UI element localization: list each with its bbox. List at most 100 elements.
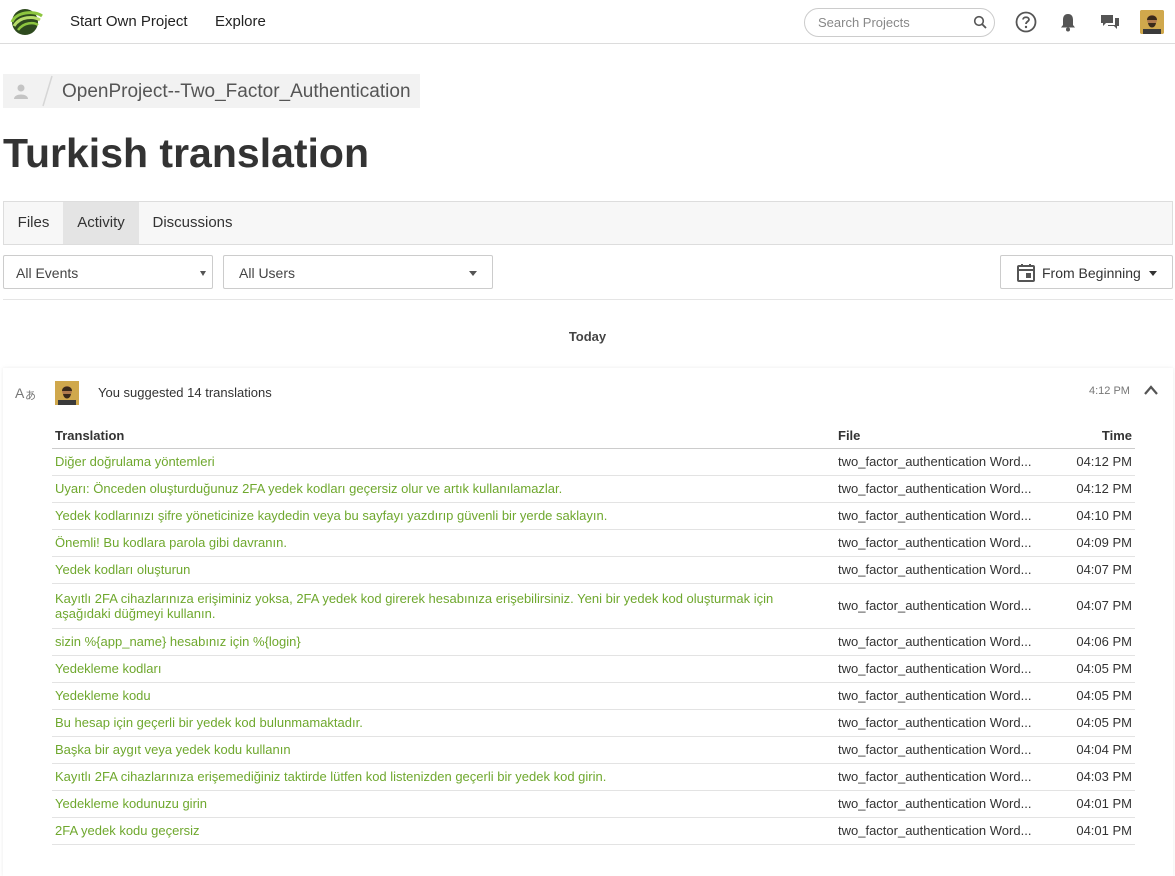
column-header-time: Time (1045, 424, 1135, 449)
users-filter-value: All Users (239, 265, 296, 281)
time-cell: 04:03 PM (1045, 763, 1135, 791)
file-cell: two_factor_authentication Word... (835, 556, 1045, 584)
translation-link[interactable]: Kayıtlı 2FA cihazlarınıza erişiminiz yok… (55, 591, 773, 621)
translation-link[interactable]: Yedekleme kodu (55, 688, 151, 703)
translation-cell: Uyarı: Önceden oluşturduğunuz 2FA yedek … (52, 475, 835, 503)
table-row: sizin %{app_name} hesabınız için %{login… (52, 628, 1135, 656)
translation-cell: Başka bir aygıt veya yedek kodu kullanın (52, 736, 835, 764)
translation-link[interactable]: Kayıtlı 2FA cihazlarınıza erişemediğiniz… (55, 769, 606, 784)
translation-cell: Yedekleme kodları (52, 655, 835, 683)
translation-link[interactable]: Önemli! Bu kodlara parola gibi davranın. (55, 535, 287, 550)
breadcrumb-separator (42, 75, 53, 107)
translation-link[interactable]: Yedekleme kodunuzu girin (55, 796, 207, 811)
time-cell: 04:07 PM (1045, 583, 1135, 629)
tab-activity[interactable]: Activity (63, 202, 139, 244)
user-icon (14, 84, 28, 99)
translation-link[interactable]: Bu hesap için geçerli bir yedek kod bulu… (55, 715, 363, 730)
table-row: Yedekleme kodu two_factor_authentication … (52, 682, 1135, 710)
translation-link[interactable]: 2FA yedek kodu geçersiz (55, 823, 200, 838)
translation-link[interactable]: Diğer doğrulama yöntemleri (55, 454, 215, 469)
events-filter-value: All Events (16, 265, 79, 281)
breadcrumb: OpenProject--Two_Factor_Authentication (3, 74, 420, 108)
notifications-bell-icon[interactable] (1057, 11, 1079, 33)
translation-link[interactable]: Yedek kodlarınızı şifre yöneticinize kay… (55, 508, 607, 523)
events-filter-select[interactable]: All Events (3, 255, 213, 289)
translations-table: Translation File Time Diğer doğrulama yö… (52, 424, 1135, 845)
explore-link[interactable]: Explore (215, 13, 266, 30)
file-cell: two_factor_authentication Word... (835, 763, 1045, 791)
file-cell: two_factor_authentication Word... (835, 817, 1045, 845)
column-header-translation: Translation (52, 424, 835, 449)
time-cell: 04:12 PM (1045, 448, 1135, 476)
translation-cell: Kayıtlı 2FA cihazlarınıza erişemediğiniz… (52, 763, 835, 791)
time-cell: 04:04 PM (1045, 736, 1135, 764)
time-cell: 04:01 PM (1045, 817, 1135, 845)
time-cell: 04:01 PM (1045, 790, 1135, 818)
svg-text:あ: あ (25, 389, 36, 402)
file-cell: two_factor_authentication Word... (835, 655, 1045, 683)
file-cell: two_factor_authentication Word... (835, 529, 1045, 557)
table-row: Yedek kodları oluşturun two_factor_authen… (52, 556, 1135, 584)
search-input[interactable] (818, 15, 968, 30)
chevron-down-icon (469, 271, 477, 276)
date-range-value: From Beginning (1042, 265, 1141, 281)
avatar[interactable] (55, 381, 79, 405)
file-cell: two_factor_authentication Word... (835, 502, 1045, 530)
time-cell: 04:12 PM (1045, 475, 1135, 503)
translation-cell: sizin %{app_name} hesabınız için %{login… (52, 628, 835, 656)
file-cell: two_factor_authentication Word... (835, 448, 1045, 476)
file-cell: two_factor_authentication Word... (835, 709, 1045, 737)
tab-bar: Files Activity Discussions (3, 201, 1173, 245)
translation-cell: Kayıtlı 2FA cihazlarınıza erişiminiz yok… (52, 583, 835, 629)
users-filter-select[interactable]: All Users (223, 255, 493, 289)
table-row: Yedek kodlarınızı şifre yöneticinize kay… (52, 502, 1135, 530)
crowdin-logo-icon[interactable] (6, 8, 44, 36)
table-row: Başka bir aygıt veya yedek kodu kullanın… (52, 736, 1135, 764)
table-row: Yedekleme kodunuzu girin two_factor_authe… (52, 790, 1135, 818)
calendar-icon (1017, 264, 1035, 282)
time-cell: 04:09 PM (1045, 529, 1135, 557)
translation-cell: Önemli! Bu kodlara parola gibi davranın. (52, 529, 835, 557)
file-cell: two_factor_authentication Word... (835, 682, 1045, 710)
tab-files[interactable]: Files (4, 202, 63, 244)
chevron-up-icon[interactable] (1143, 384, 1159, 396)
messages-icon[interactable] (1099, 11, 1121, 33)
time-cell: 04:06 PM (1045, 628, 1135, 656)
day-label: Today (568, 329, 607, 344)
time-cell: 04:10 PM (1045, 502, 1135, 530)
search-projects-box (804, 8, 995, 37)
help-icon[interactable] (1015, 11, 1037, 33)
translation-icon: A あ (15, 385, 36, 402)
search-icon[interactable] (973, 15, 987, 29)
svg-text:A: A (15, 385, 25, 401)
translation-link[interactable]: Uyarı: Önceden oluşturduğunuz 2FA yedek … (55, 481, 562, 496)
translation-link[interactable]: Yedekleme kodları (55, 661, 161, 676)
translation-link[interactable]: Yedek kodları oluşturun (55, 562, 190, 577)
translation-link[interactable]: sizin %{app_name} hesabınız için %{login… (55, 634, 301, 649)
table-row: Önemli! Bu kodlara parola gibi davranın.… (52, 529, 1135, 557)
translation-cell: Diğer doğrulama yöntemleri (52, 448, 835, 476)
user-avatar[interactable] (1140, 10, 1164, 34)
tab-discussions[interactable]: Discussions (139, 202, 246, 244)
date-range-button[interactable]: From Beginning (1000, 255, 1173, 289)
translation-cell: Yedekleme kodunuzu girin (52, 790, 835, 818)
file-cell: two_factor_authentication Word... (835, 583, 1045, 629)
translation-link[interactable]: Başka bir aygıt veya yedek kodu kullanın (55, 742, 291, 757)
page-title: Turkish translation (3, 130, 370, 176)
table-row: Bu hesap için geçerli bir yedek kod bulu… (52, 709, 1135, 737)
top-navbar: Start Own Project Explore (0, 0, 1175, 44)
translation-cell: Yedekleme kodu (52, 682, 835, 710)
start-own-project-link[interactable]: Start Own Project (70, 13, 188, 30)
time-cell: 04:05 PM (1045, 709, 1135, 737)
file-cell: two_factor_authentication Word... (835, 790, 1045, 818)
table-row: Yedekleme kodları two_factor_authenticati… (52, 655, 1135, 683)
table-row: Uyarı: Önceden oluşturduğunuz 2FA yedek … (52, 475, 1135, 503)
translation-cell: Yedek kodlarınızı şifre yöneticinize kay… (52, 502, 835, 530)
time-cell: 04:07 PM (1045, 556, 1135, 584)
breadcrumb-project-link[interactable]: OpenProject--Two_Factor_Authentication (62, 81, 411, 103)
table-row: Kayıtlı 2FA cihazlarınıza erişiminiz yok… (52, 583, 1135, 629)
table-row: 2FA yedek kodu geçersiz two_factor_authen… (52, 817, 1135, 845)
translation-cell: 2FA yedek kodu geçersiz (52, 817, 835, 845)
table-row: Diğer doğrulama yöntemleri two_factor_aut… (52, 448, 1135, 476)
file-cell: two_factor_authentication Word... (835, 628, 1045, 656)
